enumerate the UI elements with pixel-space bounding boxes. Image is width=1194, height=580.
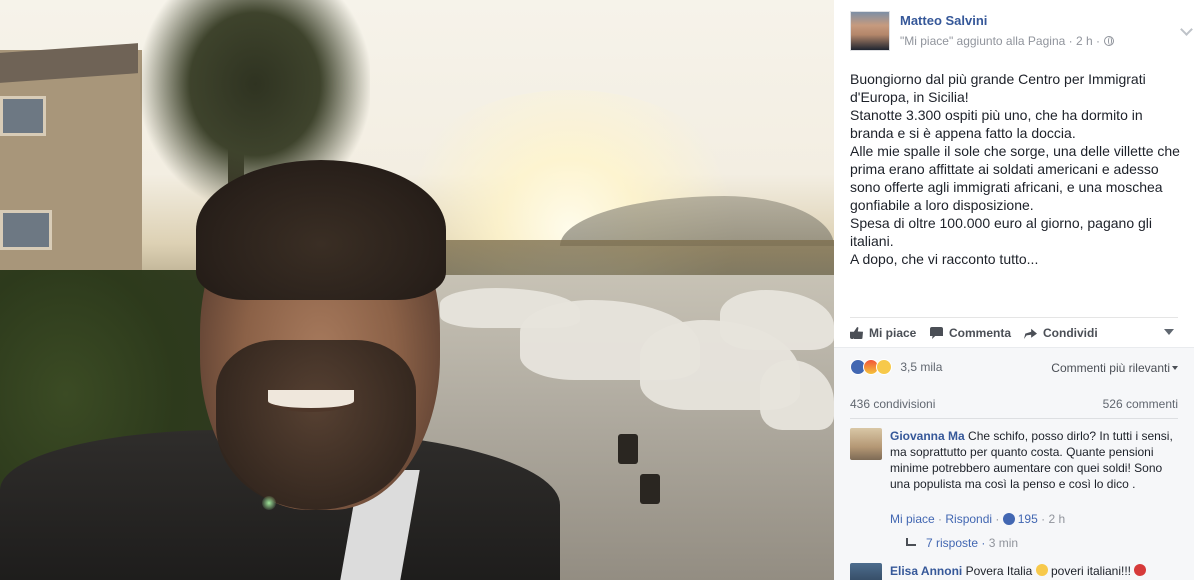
like-icon	[850, 327, 863, 339]
replies-count: 7 risposte	[926, 536, 979, 550]
comment-button[interactable]: Commenta	[930, 326, 1011, 340]
caret-down-icon[interactable]	[1164, 329, 1174, 335]
commenter-name[interactable]: Elisa Annoni	[890, 564, 962, 578]
author-avatar[interactable]	[850, 11, 890, 51]
sad-emoji-icon	[1035, 564, 1048, 576]
feedback-panel: 3,5 mila Commenti più rilevanti 436 cond…	[834, 347, 1194, 580]
commenter-avatar[interactable]	[850, 428, 882, 460]
comment-body: Elisa Annoni Povera Italia poveri italia…	[890, 563, 1178, 579]
post-paragraph: Stanotte 3.300 ospiti più uno, che ha do…	[850, 107, 1143, 141]
reaction-count: 3,5 mila	[900, 360, 943, 374]
comment-item: Elisa Annoni Povera Italia poveri italia…	[850, 563, 1178, 580]
comment-time[interactable]: 2 h	[1048, 512, 1065, 526]
comment-like-link[interactable]: Mi piace	[890, 512, 935, 526]
comment-text-continued: poveri italiani!!!	[1050, 564, 1132, 578]
comment-button-label: Commenta	[949, 326, 1012, 340]
reply-arrow-icon	[906, 538, 916, 546]
beard	[216, 340, 416, 510]
lens-flare	[262, 496, 276, 510]
shares-count[interactable]: 436 condivisioni	[850, 397, 935, 411]
comment-sort-label: Commenti più rilevanti	[1051, 361, 1170, 375]
globe-icon[interactable]	[1103, 36, 1114, 46]
comment-like-count[interactable]: 195	[1018, 512, 1038, 526]
like-button[interactable]: Mi piace	[850, 326, 916, 340]
chevron-down-icon[interactable]	[1180, 23, 1193, 36]
post-paragraph: Alle mie spalle il sole che sorge, una d…	[850, 143, 1180, 213]
post-text: Buongiorno dal più grande Centro per Imm…	[850, 70, 1180, 268]
window	[0, 96, 46, 136]
comment-body: Giovanna Ma Che schifo, posso dirlo? In …	[890, 428, 1178, 492]
divider	[850, 418, 1178, 419]
post-paragraph: Spesa di oltre 100.000 euro al giorno, p…	[850, 215, 1152, 249]
post-actions: Mi piace Commenta Condividi	[850, 317, 1178, 345]
engagement-counts: 436 condivisioni 526 commenti	[850, 397, 1178, 411]
smile	[268, 390, 354, 412]
share-button[interactable]: Condividi	[1024, 326, 1098, 340]
commenter-name[interactable]: Giovanna Ma	[890, 429, 965, 443]
comment-footer: Mi piace · Rispondi · 195 · 2 h	[890, 512, 1066, 526]
post-header: Matteo Salvini "Mi piace" aggiunto alla …	[850, 11, 1193, 53]
post-meta: "Mi piace" aggiunto alla Pagina · 2 h ·	[900, 34, 1114, 48]
comment-text: Povera Italia	[965, 564, 1033, 578]
caret-down-icon	[1172, 366, 1178, 370]
person	[0, 150, 560, 580]
replies-time: 3 min	[988, 536, 1019, 550]
comments-count[interactable]: 526 commenti	[1103, 397, 1178, 411]
comment-icon	[930, 327, 943, 339]
post-photo[interactable]	[0, 0, 834, 580]
view-replies-link[interactable]: 7 risposte · 3 min	[906, 536, 1018, 550]
wow-react-icon	[876, 359, 892, 375]
post-stump	[640, 474, 660, 504]
like-icon	[1002, 513, 1015, 525]
post-paragraph: Buongiorno dal più grande Centro per Imm…	[850, 71, 1146, 105]
devil-emoji-icon	[1134, 564, 1147, 576]
author-name[interactable]: Matteo Salvini	[900, 13, 987, 28]
comment-sort-dropdown[interactable]: Commenti più rilevanti	[1051, 361, 1178, 375]
share-icon	[1024, 328, 1037, 339]
post-paragraph: A dopo, che vi racconto tutto...	[850, 251, 1039, 267]
commenter-avatar[interactable]	[850, 563, 882, 580]
post-sidebar: Matteo Salvini "Mi piace" aggiunto alla …	[834, 0, 1194, 580]
comment-reply-link[interactable]: Rispondi	[945, 512, 992, 526]
post-meta-text: "Mi piace" aggiunto alla Pagina · 2 h ·	[900, 34, 1100, 48]
post-stump	[618, 434, 638, 464]
share-button-label: Condividi	[1043, 326, 1098, 340]
like-button-label: Mi piace	[869, 326, 917, 340]
reactions-summary[interactable]: 3,5 mila	[850, 359, 942, 377]
hair	[196, 160, 446, 300]
comment-item: Giovanna Ma Che schifo, posso dirlo? In …	[850, 428, 1178, 558]
